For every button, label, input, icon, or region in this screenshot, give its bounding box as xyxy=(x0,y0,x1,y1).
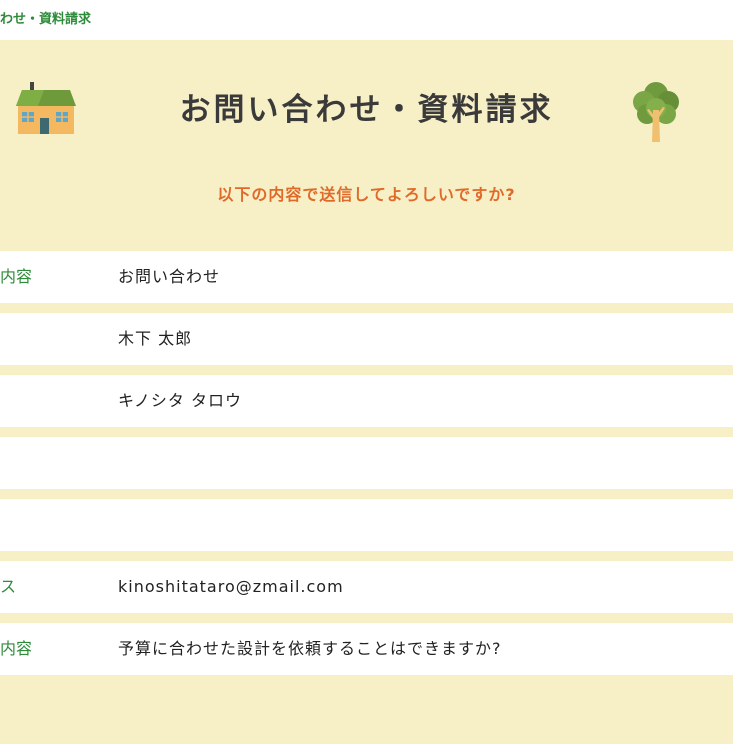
row-value: 予算に合わせた設計を依頼することはできますか? xyxy=(118,639,502,658)
breadcrumb: わせ・資料請求 xyxy=(0,12,92,27)
row-value: 木下 太郎 xyxy=(118,329,193,348)
page-header: お問い合わせ・資料請求 以下の内容で送信してよろしいですか? xyxy=(0,40,733,250)
confirm-row-name: 木下 太郎 xyxy=(0,313,733,365)
tree-icon xyxy=(633,82,679,142)
row-value: kinoshitataro@zmail.com xyxy=(118,577,344,596)
row-label: 内容 xyxy=(0,267,33,286)
confirm-row-email: ス kinoshitataro@zmail.com xyxy=(0,561,733,613)
row-value: お問い合わせ xyxy=(118,267,221,286)
row-label: ス xyxy=(0,577,17,596)
page-title: お問い合わせ・資料請求 xyxy=(179,92,554,128)
row-value: キノシタ タロウ xyxy=(118,391,242,410)
confirm-row-furigana: キノシタ タロウ xyxy=(0,375,733,427)
confirm-row-empty-1 xyxy=(0,437,733,489)
row-label: 内容 xyxy=(0,639,33,658)
confirm-row-empty-2 xyxy=(0,499,733,551)
confirm-row-message: 内容 予算に合わせた設計を依頼することはできますか? xyxy=(0,623,733,675)
confirm-message: 以下の内容で送信してよろしいですか? xyxy=(217,185,516,204)
confirm-row-inquiry-type: 内容 お問い合わせ xyxy=(0,251,733,303)
